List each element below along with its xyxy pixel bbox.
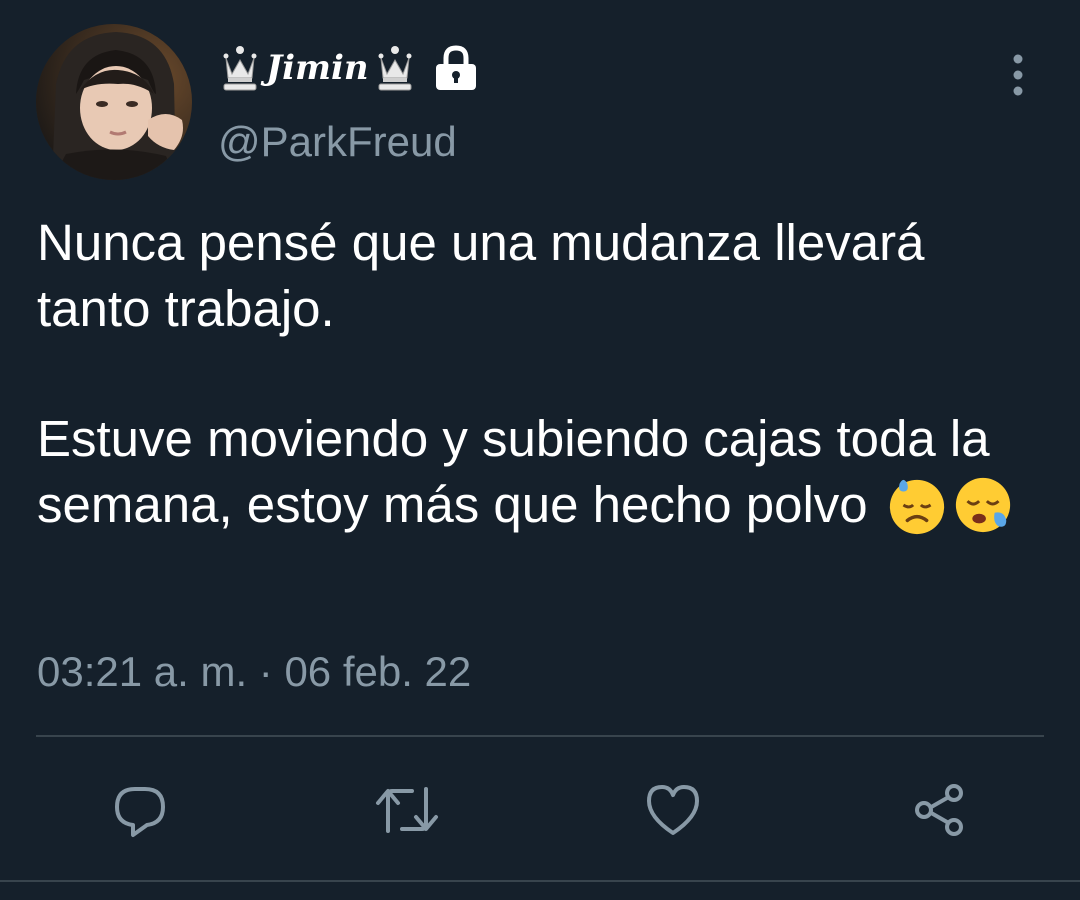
reply-button[interactable] (100, 770, 180, 850)
tweet-timestamp[interactable]: 03:21 a. m. · 06 feb. 22 (37, 648, 471, 696)
divider (36, 735, 1044, 737)
avatar[interactable] (36, 24, 192, 180)
tweet-paragraph-text: Estuve moviendo y subiendo cajas toda la… (37, 410, 990, 533)
retweet-button[interactable] (367, 770, 447, 850)
tweet-text: Nunca pensé que una mudanza llevará tant… (37, 210, 1047, 538)
tweet-paragraph: Nunca pensé que una mudanza llevará tant… (37, 214, 925, 337)
lock-icon (435, 45, 476, 90)
tweet-actions (0, 770, 1080, 850)
sleepy-face-icon (955, 477, 1010, 533)
like-button[interactable] (633, 770, 713, 850)
author-display-name: Jimin (266, 48, 369, 88)
reply-icon (115, 787, 165, 837)
share-button[interactable] (900, 770, 980, 850)
vertical-ellipsis-icon (1013, 54, 1023, 96)
more-options-button[interactable] (996, 50, 1040, 100)
author-name-row[interactable]: Jimin (220, 40, 479, 96)
divider (0, 880, 1080, 882)
avatar-photo (36, 24, 192, 180)
tweet-card: Jimin @ParkFreud Nunca pensé que una mud… (0, 0, 1080, 900)
share-icon (915, 784, 963, 836)
chess-queen-icon (223, 46, 257, 91)
downcast-face-with-sweat-icon (889, 479, 944, 535)
tweet-paragraph: Estuve moviendo y subiendo cajas toda la… (37, 406, 1047, 538)
author-handle[interactable]: @ParkFreud (218, 118, 457, 166)
chess-queen-icon (378, 46, 412, 91)
heart-icon (647, 785, 699, 835)
retweet-icon (376, 787, 438, 833)
